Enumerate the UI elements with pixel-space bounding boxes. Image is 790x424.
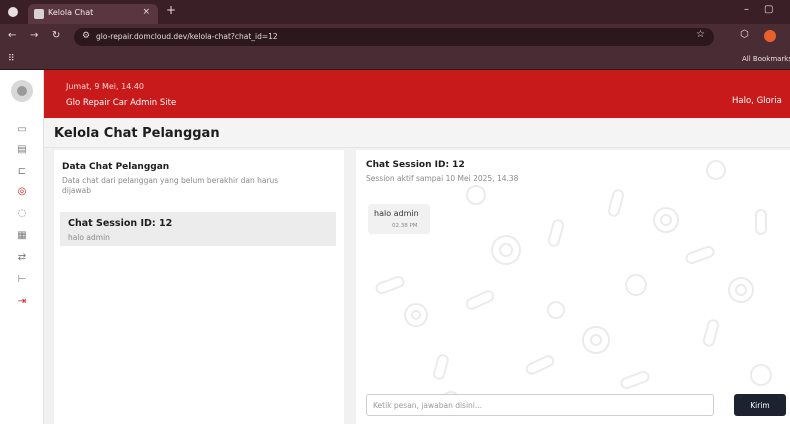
forward-button[interactable]: →: [30, 30, 38, 41]
chat-message-bubble: halo admin 02.38 PM: [368, 204, 430, 234]
site-info-icon[interactable]: ⚙: [82, 31, 90, 41]
side-navigation: ▭ ▤ ⊏ ◎ ◌ ▦ ⇄ ⊢ ⇥: [0, 70, 44, 424]
chat-list-title: Data Chat Pelanggan: [62, 162, 170, 172]
browser-tab-strip: Kelola Chat × + – ▢: [0, 0, 790, 24]
site-name: Glo Repair Car Admin Site: [66, 98, 177, 108]
tab-favicon-icon: [34, 9, 44, 19]
bookmarks-bar: ⠿ All Bookmarks: [0, 50, 790, 70]
tab-close-icon[interactable]: ×: [142, 7, 150, 17]
chat-panel: Chat Session ID: 12 Session aktif sampai…: [356, 150, 790, 424]
message-text: halo admin: [374, 209, 419, 218]
url-field[interactable]: ⚙ glo-repair.domcloud.dev/kelola-chat?ch…: [74, 28, 714, 46]
chat-session-title: Chat Session ID: 12: [366, 160, 465, 170]
top-header: Jumat, 9 Mei, 14.40 Glo Repair Car Admin…: [44, 70, 790, 118]
session-title: Chat Session ID: 12: [68, 218, 173, 229]
receipt-icon[interactable]: ▤: [16, 144, 28, 156]
session-last-message: halo admin: [68, 233, 110, 242]
user-greeting[interactable]: Halo, Gloria: [732, 96, 782, 106]
inventory-icon[interactable]: ▦: [16, 230, 28, 242]
chat-list-description: Data chat dari pelanggan yang belum bera…: [62, 176, 279, 195]
tab-search-icon[interactable]: [8, 7, 18, 17]
url-text: glo-repair.domcloud.dev/kelola-chat?chat…: [96, 32, 278, 41]
new-tab-button[interactable]: +: [166, 3, 176, 17]
car-icon[interactable]: ⊏: [16, 166, 28, 178]
browser-tab[interactable]: Kelola Chat ×: [28, 4, 158, 24]
chat-list-panel: Data Chat Pelanggan Data chat dari pelan…: [54, 150, 344, 424]
chat-session-item[interactable]: Chat Session ID: 12 halo admin: [60, 212, 336, 246]
current-date: Jumat, 9 Mei, 14.40: [66, 82, 145, 91]
page-title: Kelola Chat Pelanggan: [54, 126, 220, 141]
back-button[interactable]: ←: [8, 30, 16, 41]
minimize-button[interactable]: –: [744, 4, 749, 15]
profile-avatar[interactable]: [764, 30, 776, 42]
message-time: 02.38 PM: [392, 223, 418, 229]
extensions-icon[interactable]: ⬡: [740, 29, 749, 40]
maximize-button[interactable]: ▢: [764, 4, 773, 15]
reload-button[interactable]: ↻: [52, 30, 60, 41]
monitor-icon[interactable]: ▭: [16, 124, 28, 136]
tab-title: Kelola Chat: [48, 8, 94, 17]
chat-wallpaper: [375, 160, 772, 409]
address-bar: ← → ↻ ⚙ glo-repair.domcloud.dev/kelola-c…: [0, 24, 790, 50]
message-input[interactable]: [366, 394, 714, 416]
page-title-bar: Kelola Chat Pelanggan: [44, 118, 790, 148]
transfer-icon[interactable]: ⇄: [16, 252, 28, 264]
chat-icon[interactable]: ◎: [16, 186, 28, 198]
logout-icon[interactable]: ⇥: [16, 296, 28, 308]
location-icon[interactable]: ◌: [16, 208, 28, 220]
chat-session-subtitle: Session aktif sampai 10 Mei 2025, 14.38: [366, 174, 519, 183]
send-button[interactable]: Kirim: [734, 394, 786, 416]
bookmark-star-icon[interactable]: ☆: [696, 29, 705, 40]
wrench-icon[interactable]: ⊢: [16, 274, 28, 286]
logo-icon: [11, 80, 33, 102]
all-bookmarks-link[interactable]: All Bookmarks: [742, 55, 790, 63]
apps-grid-icon[interactable]: ⠿: [8, 54, 15, 64]
